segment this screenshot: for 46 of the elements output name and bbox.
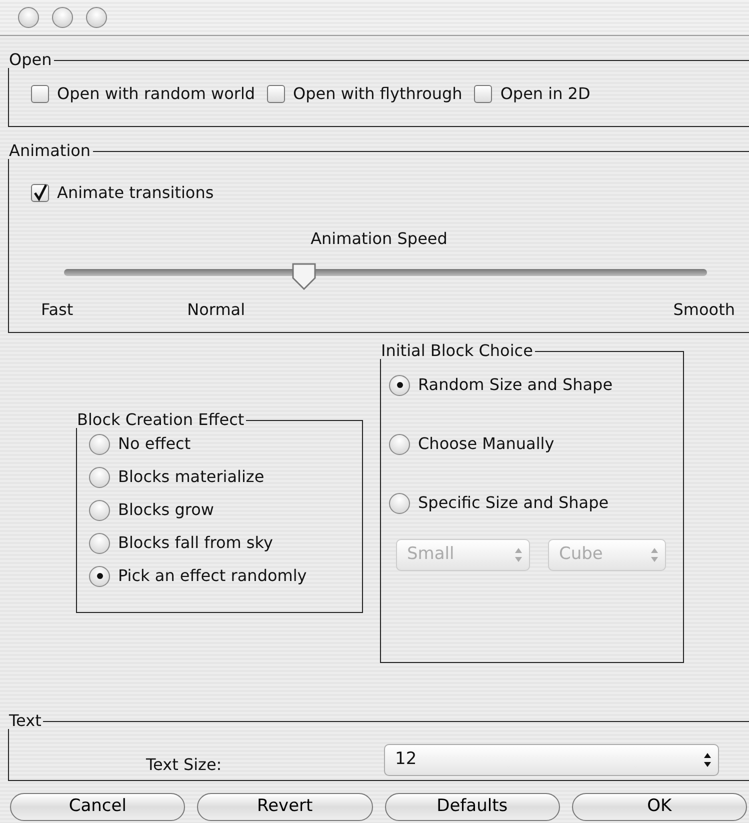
radio-button[interactable]	[389, 434, 410, 454]
radio-label: Blocks fall from sky	[118, 532, 273, 554]
group-title: Open	[8, 52, 53, 68]
checkbox-label: Open with random world	[57, 83, 256, 105]
checkbox-label: Open in 2D	[500, 83, 590, 105]
group-title: Text	[8, 713, 42, 729]
dialog-button[interactable]: Defaults	[384, 793, 560, 821]
radio-label: No effect	[118, 433, 191, 455]
radio-label: Pick an effect randomly	[118, 565, 307, 587]
checkbox[interactable]	[474, 85, 492, 103]
radio-label: Random Size and Shape	[418, 374, 613, 396]
checkbox-label: Open with flythrough	[293, 83, 462, 105]
group-title: Initial Block Choice	[380, 343, 534, 359]
radio-button[interactable]	[89, 566, 110, 586]
radio-button[interactable]	[389, 492, 410, 514]
checkbox[interactable]	[267, 85, 286, 103]
field-label: Text Size:	[146, 754, 223, 776]
slider-tick-label: Normal	[187, 299, 246, 321]
radio-button[interactable]	[89, 532, 110, 554]
window-close-button[interactable]	[18, 7, 39, 28]
radio-label: Choose Manually	[418, 433, 554, 455]
slider-tick-label: Smooth	[673, 299, 735, 321]
radio-label: Blocks materialize	[118, 466, 264, 488]
group-title: Animation	[8, 143, 92, 159]
radio-button[interactable]	[89, 466, 110, 488]
slider-thumb[interactable]	[291, 262, 318, 290]
stepper-arrows-icon	[650, 547, 659, 563]
slider-tick-label: Fast	[41, 299, 74, 321]
checkbox[interactable]	[31, 85, 49, 103]
radio-button[interactable]	[389, 374, 410, 396]
window-zoom-button[interactable]	[86, 7, 107, 28]
text-size-dropdown[interactable]: 12	[384, 744, 719, 776]
checkbox-label: Animate transitions	[57, 182, 214, 204]
radio-label: Blocks grow	[118, 499, 214, 521]
radio-button[interactable]	[89, 434, 110, 454]
window-minimize-button[interactable]	[52, 7, 73, 28]
group-title: Block Creation Effect	[76, 412, 246, 428]
stepper-arrows-icon	[703, 752, 712, 768]
dialog-button[interactable]: OK	[572, 793, 747, 821]
dialog-button[interactable]: Cancel	[10, 793, 186, 821]
radio-label: Specific Size and Shape	[418, 492, 609, 514]
checkbox[interactable]	[31, 184, 49, 202]
slider-title: Animation Speed	[310, 228, 448, 250]
dialog-button[interactable]: Revert	[197, 793, 372, 821]
radio-button[interactable]	[89, 500, 110, 520]
stepper-arrows-icon	[514, 547, 523, 563]
